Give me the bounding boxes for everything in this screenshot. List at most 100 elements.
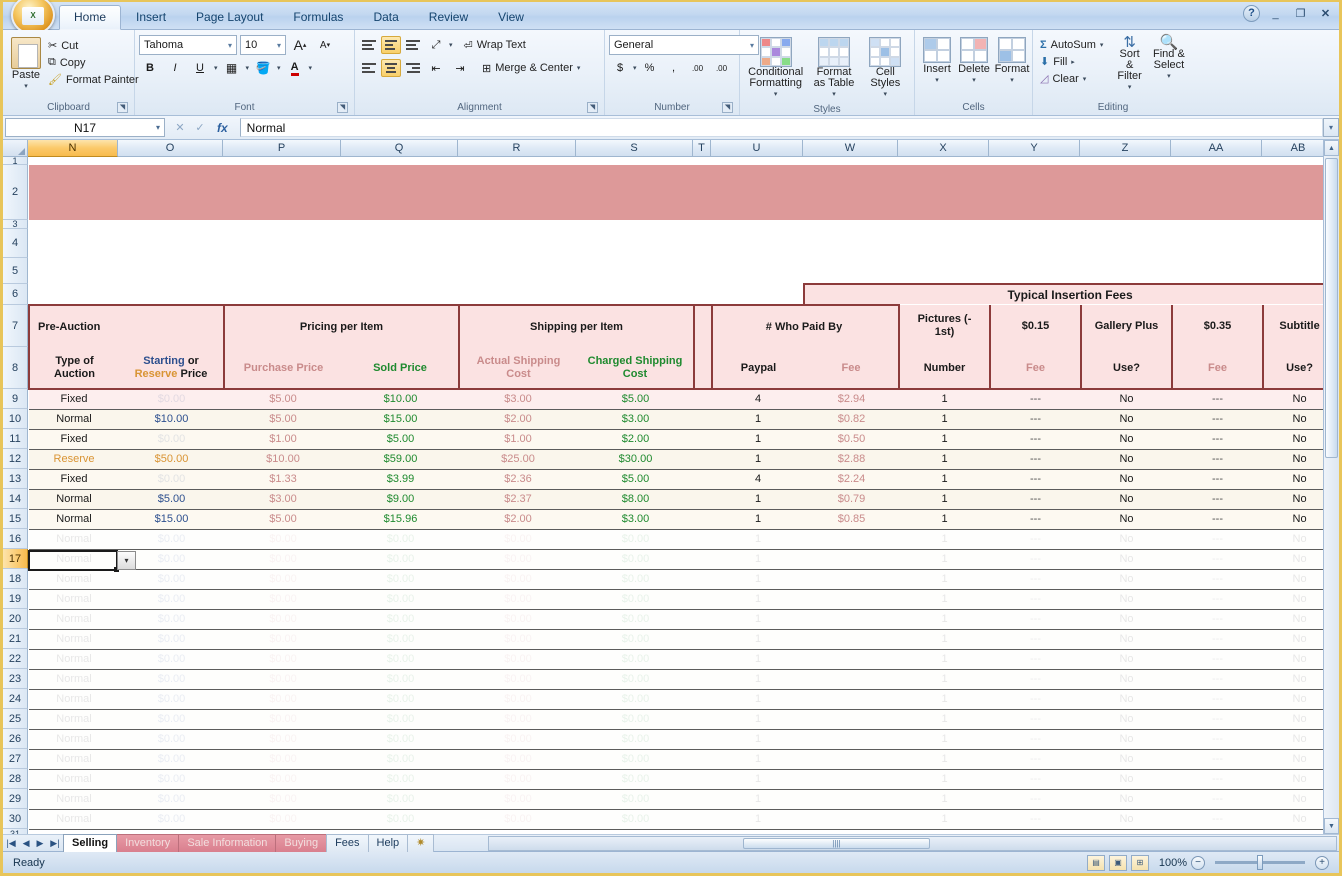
cell-paypal[interactable]: 1 <box>712 609 804 630</box>
column-header-U[interactable]: U <box>711 140 803 157</box>
cell-purchase-price[interactable]: $1.00 <box>224 429 342 450</box>
cell-type-of-auction[interactable]: Normal <box>29 749 119 770</box>
close-icon[interactable]: ✕ <box>1316 6 1335 22</box>
cell-pictures[interactable]: 1 <box>899 629 990 650</box>
cell-paypal-fee[interactable] <box>804 609 899 630</box>
cell-charged-shipping[interactable]: $0.00 <box>577 529 694 550</box>
cell-fee-015[interactable]: --- <box>990 749 1081 770</box>
scroll-down-icon[interactable]: ▼ <box>1324 818 1339 834</box>
cell-sold-price[interactable]: $10.00 <box>342 389 459 410</box>
orientation-chevron-down-icon[interactable]: ▾ <box>449 41 453 49</box>
cell-fee-015[interactable]: --- <box>990 709 1081 730</box>
column-header-T[interactable]: T <box>693 140 711 157</box>
zoom-slider[interactable] <box>1215 855 1305 870</box>
cell-charged-shipping[interactable]: $2.00 <box>577 429 694 450</box>
cell-type-of-auction[interactable]: Fixed <box>29 469 119 490</box>
cell-charged-shipping[interactable]: $0.00 <box>577 649 694 670</box>
cell-gallery-plus[interactable]: No <box>1081 749 1172 770</box>
cell-pictures[interactable]: 1 <box>899 609 990 630</box>
cell-gallery-plus[interactable]: No <box>1081 609 1172 630</box>
percent-style-button[interactable]: % <box>639 58 661 78</box>
autosum-button[interactable]: Σ AutoSum ▾ <box>1037 37 1106 53</box>
scroll-up-icon[interactable]: ▲ <box>1324 140 1339 156</box>
cell-gallery-plus[interactable]: No <box>1081 469 1172 490</box>
cell-paypal-fee[interactable]: $0.79 <box>804 489 899 510</box>
cell-pictures[interactable]: 1 <box>899 709 990 730</box>
restore-icon[interactable]: ❐ <box>1291 6 1310 22</box>
shrink-font-button[interactable]: A ▾ <box>314 35 336 55</box>
row-header-26[interactable]: 26 <box>3 729 28 749</box>
cell-starting-price[interactable]: $0.00 <box>119 769 224 790</box>
cell-pictures[interactable]: 1 <box>899 389 990 410</box>
cell-charged-shipping[interactable]: $0.00 <box>577 709 694 730</box>
underline-button[interactable]: U <box>189 58 211 78</box>
table-row-empty[interactable]: Normal $0.00 $0.00 $0.00 $0.00 $0.00 1 1… <box>29 789 1337 810</box>
cell-fee-015[interactable]: --- <box>990 769 1081 790</box>
table-row-empty[interactable]: Normal $0.00 $0.00 $0.00 $0.00 $0.00 1 1… <box>29 809 1337 830</box>
column-header-X[interactable]: X <box>898 140 989 157</box>
cell-type-of-auction[interactable]: Normal <box>29 669 119 690</box>
table-row-empty[interactable]: Normal $0.00 $0.00 $0.00 $0.00 $0.00 1 1… <box>29 589 1337 610</box>
insert-function-icon[interactable]: fx <box>211 121 234 135</box>
cell-pictures[interactable]: 1 <box>899 549 990 570</box>
cell-paypal-fee[interactable]: $2.24 <box>804 469 899 490</box>
cell-pictures[interactable]: 1 <box>899 589 990 610</box>
cell-pictures[interactable]: 1 <box>899 469 990 490</box>
format-as-table-chevron-down-icon[interactable]: ▾ <box>832 89 836 101</box>
cell-type-of-auction[interactable]: Normal <box>29 549 119 570</box>
cell-sold-price[interactable]: $0.00 <box>342 689 459 710</box>
select-all-button[interactable] <box>3 140 28 157</box>
cell-fee-035[interactable]: --- <box>1172 589 1263 610</box>
cell-charged-shipping[interactable]: $0.00 <box>577 549 694 570</box>
font-color-chevron-down-icon[interactable]: ▾ <box>309 64 313 72</box>
row-header-1[interactable]: 1 <box>3 156 28 166</box>
cell-fee-035[interactable]: --- <box>1172 489 1263 510</box>
cell-gallery-plus[interactable]: No <box>1081 629 1172 650</box>
cell-starting-price[interactable]: $0.00 <box>119 429 224 450</box>
cell-starting-price[interactable]: $5.00 <box>119 489 224 510</box>
cell-starting-price[interactable]: $0.00 <box>119 469 224 490</box>
sheet-tab-help[interactable]: Help <box>367 833 409 852</box>
cell-sold-price[interactable]: $0.00 <box>342 729 459 750</box>
help-icon[interactable]: ? <box>1243 5 1260 22</box>
cell-actual-shipping[interactable]: $0.00 <box>459 729 577 750</box>
cell-fee-015[interactable]: --- <box>990 789 1081 810</box>
fill-color-chevron-down-icon[interactable]: ▾ <box>277 64 281 72</box>
row-header-5[interactable]: 5 <box>3 258 28 284</box>
row-header-15[interactable]: 15 <box>3 509 28 529</box>
cell-type-of-auction[interactable]: Normal <box>29 689 119 710</box>
cell-sold-price[interactable]: $9.00 <box>342 489 459 510</box>
cell-type-of-auction[interactable]: Normal <box>29 509 119 530</box>
cell-sold-price[interactable]: $0.00 <box>342 609 459 630</box>
align-middle-button[interactable] <box>381 36 401 54</box>
align-left-button[interactable] <box>359 59 379 77</box>
cell-charged-shipping[interactable]: $3.00 <box>577 409 694 430</box>
cell-purchase-price[interactable]: $3.00 <box>224 489 342 510</box>
align-center-button[interactable] <box>381 59 401 77</box>
cell-gallery-plus[interactable]: No <box>1081 789 1172 810</box>
tab-insert[interactable]: Insert <box>121 5 181 29</box>
cell-actual-shipping[interactable]: $2.36 <box>459 469 577 490</box>
row-header-14[interactable]: 14 <box>3 489 28 509</box>
cell-fee-015[interactable]: --- <box>990 429 1081 450</box>
column-header-R[interactable]: R <box>458 140 576 157</box>
cell-paypal-fee[interactable] <box>804 769 899 790</box>
sheet-tab-buying[interactable]: Buying <box>275 833 328 852</box>
font-dialog-launcher-icon[interactable]: ◥ <box>337 102 348 113</box>
column-header-Y[interactable]: Y <box>989 140 1080 157</box>
cell-paypal-fee[interactable]: $2.88 <box>804 449 899 470</box>
row-header-29[interactable]: 29 <box>3 789 28 809</box>
table-row[interactable]: Normal $10.00 $5.00 $15.00 $2.00 $3.00 1… <box>29 409 1337 430</box>
cell-charged-shipping[interactable]: $0.00 <box>577 789 694 810</box>
tab-data[interactable]: Data <box>358 5 413 29</box>
tab-view[interactable]: View <box>483 5 539 29</box>
cell-type-of-auction[interactable]: Normal <box>29 729 119 750</box>
cell-gallery-plus[interactable]: No <box>1081 729 1172 750</box>
cell-paypal-fee[interactable] <box>804 789 899 810</box>
cell-sold-price[interactable]: $0.00 <box>342 569 459 590</box>
cell-gallery-plus[interactable]: No <box>1081 429 1172 450</box>
cell-paypal-fee[interactable] <box>804 689 899 710</box>
vertical-scroll-thumb[interactable] <box>1325 158 1338 458</box>
decrease-indent-button[interactable]: ⇤ <box>425 58 447 78</box>
align-top-button[interactable] <box>359 36 379 54</box>
